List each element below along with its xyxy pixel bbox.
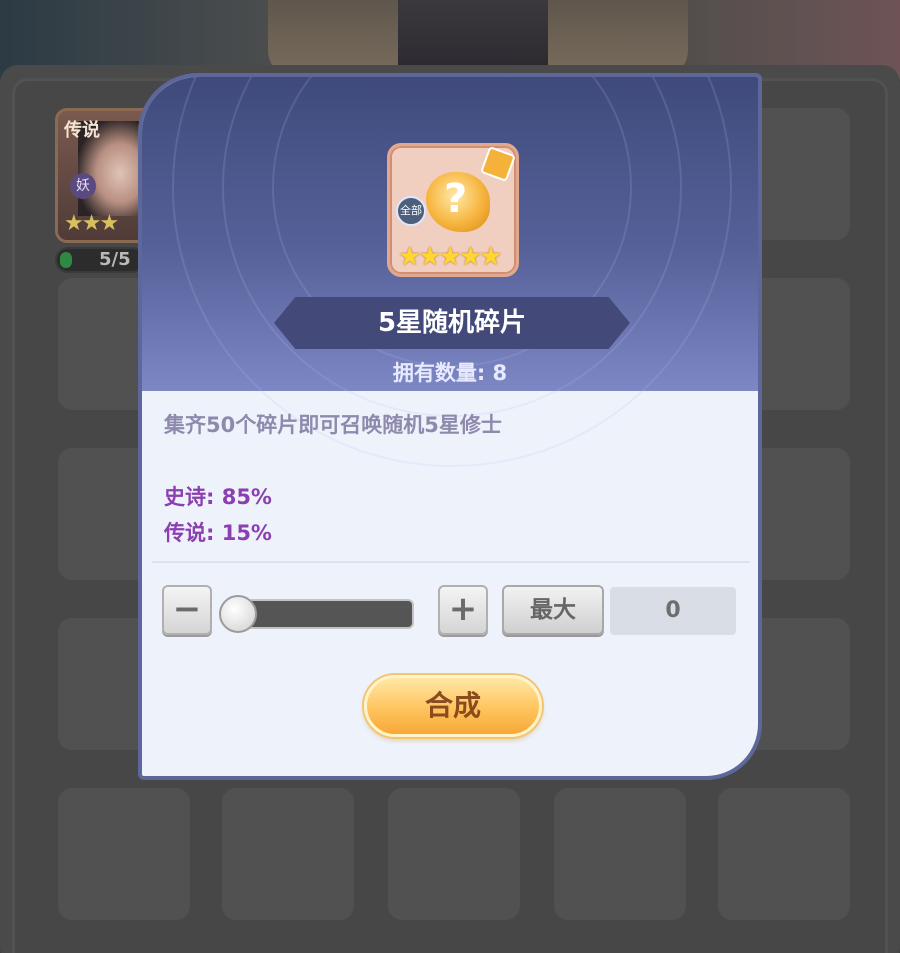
- hero-stars: ★★★: [64, 211, 119, 236]
- hero-race-badge: 妖: [70, 173, 96, 199]
- item-name: 5星随机碎片: [377, 308, 527, 338]
- inventory-slot: [388, 788, 520, 920]
- item-stars: ★★★★★: [398, 242, 503, 272]
- question-mark-icon: ?: [444, 176, 468, 222]
- quantity-field[interactable]: 0: [610, 587, 736, 635]
- max-button[interactable]: 最大: [502, 585, 604, 635]
- divider: [152, 561, 750, 563]
- all-type-badge: 全部: [396, 196, 426, 226]
- puzzle-piece-icon: [480, 146, 516, 182]
- fragment-compose-dialog: ? 全部 ★★★★★ 5星随机碎片 拥有数量: 8 集齐50个碎片即可召唤随机5…: [138, 73, 762, 780]
- quantity-slider-handle[interactable]: [219, 595, 257, 633]
- quantity-slider-track[interactable]: [238, 599, 414, 629]
- decrease-button[interactable]: −: [162, 585, 212, 635]
- random-fragment-icon: ?: [426, 172, 490, 232]
- plus-icon: +: [448, 589, 478, 629]
- item-name-banner: 5星随机碎片: [274, 297, 630, 349]
- owned-count: 拥有数量: 8: [392, 361, 508, 385]
- inventory-slot: [554, 788, 686, 920]
- compose-button[interactable]: 合成: [364, 675, 542, 737]
- dialog-header: ? 全部 ★★★★★ 5星随机碎片 拥有数量: 8: [142, 77, 758, 467]
- item-description: 集齐50个碎片即可召唤随机5星修士: [164, 413, 502, 437]
- rate-legendary: 传说: 15%: [164, 521, 272, 545]
- inventory-slot: [718, 788, 850, 920]
- inventory-slot: [222, 788, 354, 920]
- inventory-slot: [58, 788, 190, 920]
- increase-button[interactable]: +: [438, 585, 488, 635]
- hero-progress-fill: [60, 252, 72, 268]
- hero-progress-text: 5/5: [99, 249, 131, 270]
- minus-icon: −: [172, 589, 202, 629]
- item-icon-frame: ? 全部 ★★★★★: [387, 143, 519, 277]
- rate-epic: 史诗: 85%: [164, 485, 272, 509]
- hero-rarity-tag: 传说: [64, 120, 100, 141]
- hero-progress-bar: 5/5: [55, 247, 145, 273]
